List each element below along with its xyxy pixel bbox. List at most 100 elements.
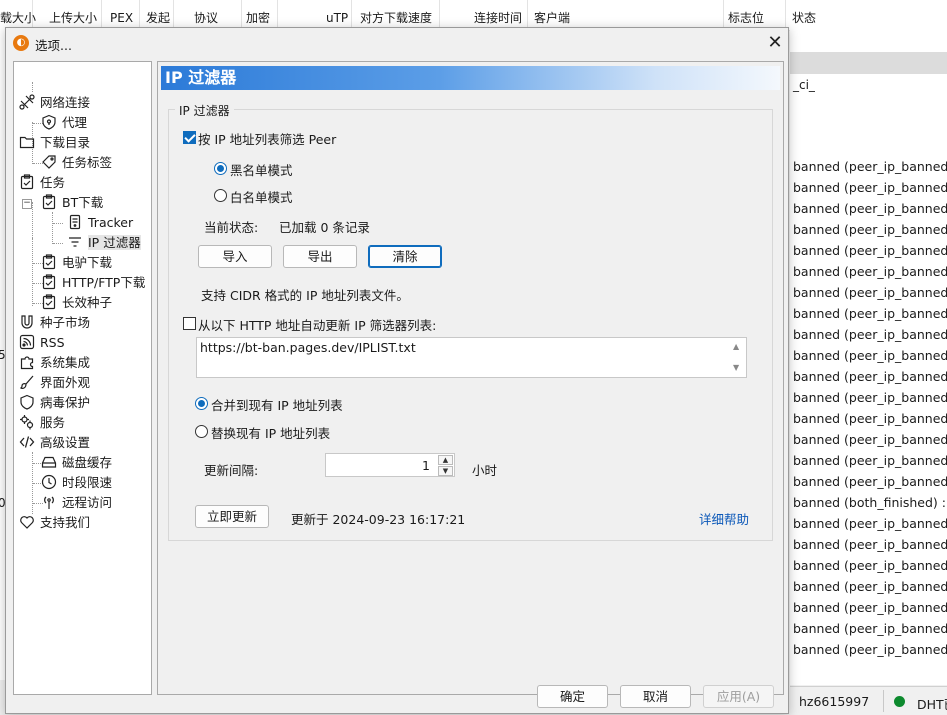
tree-item-torrent-market[interactable]: 种子市场	[19, 313, 90, 333]
cidr-note: 支持 CIDR 格式的 IP 地址列表文件。	[201, 288, 409, 303]
column-header-flags[interactable]: 标志位	[724, 0, 786, 30]
clipboard-icon	[41, 194, 57, 210]
tree-item-ip-filter[interactable]: IP 过滤器	[67, 233, 141, 253]
magnet-icon	[19, 314, 35, 330]
server-icon	[67, 214, 83, 230]
tree-item-disk-cache[interactable]: 磁盘缓存	[41, 453, 112, 473]
brush-icon	[19, 374, 35, 390]
tree-item-appearance[interactable]: 界面外观	[19, 373, 90, 393]
tree-item-support-us[interactable]: 支持我们	[19, 513, 90, 533]
merge-list-label[interactable]: 合并到现有 IP 地址列表	[211, 395, 343, 414]
tree-item-network[interactable]: 网络连接	[19, 93, 90, 113]
column-header-client[interactable]: 客户端	[528, 0, 724, 30]
filter-url-value: https://bt-ban.pages.dev/IPLIST.txt	[200, 340, 416, 355]
log-line: banned (peer_ip_banned) :	[793, 537, 947, 552]
tree-item-long-seed[interactable]: 长效种子	[41, 293, 112, 313]
folder-icon	[19, 134, 35, 150]
blacklist-mode-radio[interactable]	[214, 162, 227, 175]
tree-item-task-tags[interactable]: 任务标签	[41, 153, 112, 173]
enable-ip-filter-label[interactable]: 按 IP 地址列表筛选 Peer	[198, 129, 336, 148]
import-button[interactable]: 导入	[198, 245, 272, 268]
url-scrollbar[interactable]: ▲ ▼	[729, 338, 746, 377]
tree-item-download-folder[interactable]: 下载目录	[19, 133, 90, 153]
log-line: banned (peer_ip_banned) :	[793, 579, 947, 594]
scroll-down-icon[interactable]: ▼	[733, 363, 739, 372]
column-header-protocol[interactable]: 协议	[174, 0, 242, 30]
log-line: banned (peer_ip_banned) :	[793, 516, 947, 531]
update-now-button[interactable]: 立即更新	[195, 505, 269, 528]
ip-filter-page: IP 过滤器 IP 过滤器 按 IP 地址列表筛选 Peer 黑名单模式 白名单…	[157, 61, 784, 695]
column-header-peer-download-speed[interactable]: 对方下载速度	[352, 0, 440, 30]
network-icon	[19, 94, 35, 110]
puzzle-icon	[19, 354, 35, 370]
log-line: banned (peer_ip_banned) :	[793, 180, 947, 195]
tree-item-tasks[interactable]: 任务	[19, 173, 65, 193]
auto-update-checkbox[interactable]	[183, 317, 196, 330]
tree-item-http-ftp-download[interactable]: HTTP/FTP下载	[41, 273, 145, 293]
column-header-upload-size[interactable]: 上传大小	[33, 0, 102, 30]
whitelist-mode-label[interactable]: 白名单模式	[230, 187, 293, 206]
column-header-status[interactable]: 状态	[786, 0, 947, 30]
column-header-pex[interactable]: PEX	[102, 0, 140, 30]
tree-collapse-toggle[interactable]: −	[22, 199, 32, 209]
tree-item-services[interactable]: 服务	[19, 413, 65, 433]
whitelist-mode-radio[interactable]	[214, 189, 227, 202]
antenna-icon	[41, 494, 57, 510]
tree-item-scheduled-speed[interactable]: 时段限速	[41, 473, 112, 493]
tree-item-remote-access[interactable]: 远程访问	[41, 493, 112, 513]
page-title: IP 过滤器	[161, 66, 780, 90]
tree-item-tracker[interactable]: Tracker	[67, 213, 133, 233]
export-button[interactable]: 导出	[283, 245, 357, 268]
tree-item-rss[interactable]: RSS	[19, 333, 65, 353]
enable-ip-filter-checkbox[interactable]	[183, 131, 196, 144]
shield-icon	[19, 394, 35, 410]
column-header-file-size[interactable]: 载大小	[0, 0, 36, 30]
filter-url-input[interactable]: https://bt-ban.pages.dev/IPLIST.txt ▲ ▼	[196, 337, 747, 378]
tag-icon	[41, 154, 57, 170]
log-line: banned (peer_ip_banned) :	[793, 201, 947, 216]
tree-item-antivirus[interactable]: 病毒保护	[19, 393, 90, 413]
tree-item-proxy[interactable]: 代理	[41, 113, 87, 133]
log-line: banned (peer_ip_banned) :	[793, 369, 947, 384]
clipboard-icon	[41, 274, 57, 290]
column-header-initiator[interactable]: 发起	[140, 0, 174, 30]
peer-id-text: hz6615997	[799, 694, 870, 709]
update-interval-label: 更新间隔:	[204, 463, 259, 478]
log-header-cell: _ci_	[793, 78, 815, 92]
log-line: banned (peer_ip_banned) :	[793, 390, 947, 405]
status-separator	[883, 690, 884, 712]
tree-item-system-integration[interactable]: 系统集成	[19, 353, 90, 373]
blacklist-mode-label[interactable]: 黑名单模式	[230, 160, 293, 179]
scroll-up-icon[interactable]: ▲	[733, 342, 739, 351]
close-button[interactable]: ✕	[764, 32, 786, 54]
dialog-titlebar[interactable]: ◐ 选项... ✕	[6, 28, 788, 58]
column-header-connected-time[interactable]: 连接时间	[440, 0, 528, 30]
column-header-encryption[interactable]: 加密	[242, 0, 278, 30]
options-nav-tree: − 网络连接 代理 下载目录 任务标签 任务 BT下载 Tracker IP 过…	[13, 61, 152, 695]
filter-icon	[67, 234, 83, 250]
auto-update-label[interactable]: 从以下 HTTP 地址自动更新 IP 筛选器列表:	[198, 315, 436, 334]
replace-list-radio[interactable]	[195, 425, 208, 438]
ok-button[interactable]: 确定	[537, 685, 608, 708]
merge-list-radio[interactable]	[195, 397, 208, 410]
disk-icon	[41, 454, 57, 470]
stepper-down-icon[interactable]: ▼	[438, 466, 453, 476]
update-interval-value: 1	[422, 458, 430, 473]
dialog-title: 选项...	[35, 38, 72, 53]
tree-item-ed2k-download[interactable]: 电驴下载	[41, 253, 112, 273]
log-line: banned (peer_ip_banned) :	[793, 642, 947, 657]
replace-list-label[interactable]: 替换现有 IP 地址列表	[211, 423, 330, 442]
clipboard-icon	[41, 294, 57, 310]
help-link[interactable]: 详细帮助	[699, 509, 749, 528]
cancel-button[interactable]: 取消	[620, 685, 691, 708]
update-interval-stepper[interactable]: 1 ▲ ▼	[325, 453, 455, 477]
log-line: banned (peer_ip_banned) :	[793, 222, 947, 237]
apply-button[interactable]: 应用(A)	[703, 685, 774, 708]
log-line: banned (peer_ip_banned) :	[793, 159, 947, 174]
column-header-utp[interactable]: uTP	[278, 0, 352, 30]
stepper-up-icon[interactable]: ▲	[438, 455, 453, 465]
tree-item-advanced[interactable]: 高级设置	[19, 433, 90, 453]
tree-item-bt-download[interactable]: BT下载	[41, 193, 103, 213]
clear-button[interactable]: 清除	[368, 245, 442, 268]
log-line: banned (peer_ip_banned) :	[793, 243, 947, 258]
